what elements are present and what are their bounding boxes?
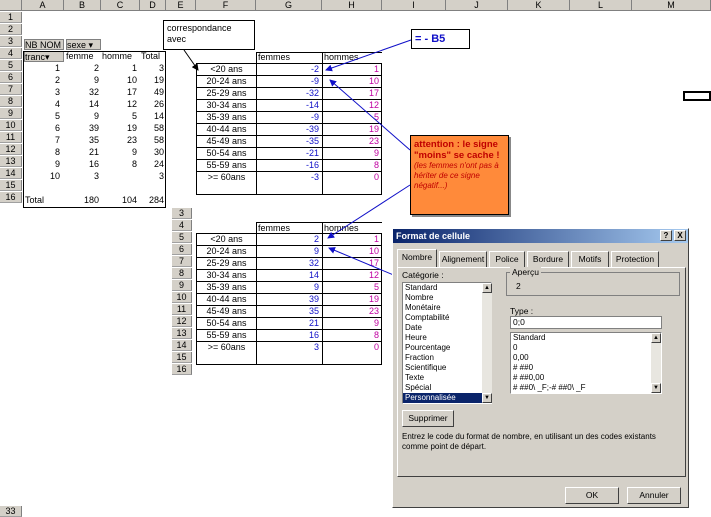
scroll-down-icon[interactable]: ▼ [482, 393, 492, 403]
tab-nombre[interactable]: Nombre [397, 249, 437, 267]
type-item[interactable]: # ##0\ _F;-# ##0\ _F [511, 383, 661, 393]
type-item[interactable]: Standard [511, 333, 661, 343]
category-item[interactable]: Scientifique [403, 363, 491, 373]
category-item[interactable]: Date [403, 323, 491, 333]
scroll-up-icon[interactable]: ▲ [482, 283, 492, 293]
category-item[interactable]: Fraction [403, 353, 491, 363]
scroll-down-icon[interactable]: ▼ [651, 383, 661, 393]
arrow-warning-top [329, 79, 411, 151]
category-scrollbar[interactable]: ▲ ▼ [482, 283, 492, 403]
annuler-button[interactable]: Annuler [627, 487, 681, 504]
type-item[interactable]: # ##0,00 [511, 373, 661, 383]
type-item[interactable]: 0,00 [511, 353, 661, 363]
category-item[interactable]: Texte [403, 373, 491, 383]
scroll-up-icon[interactable]: ▲ [651, 333, 661, 343]
tab-alignement[interactable]: Alignement [439, 251, 487, 267]
type-label: Type : [510, 306, 534, 316]
format-description: Entrez le code du format de nombre, en u… [402, 432, 656, 451]
dialog-title: Format de cellule [396, 231, 471, 241]
tab-pane: Catégorie : Standard Nombre Monétaire Compt… [397, 267, 686, 477]
categorie-label: Catégorie : [402, 270, 444, 280]
category-item[interactable]: Heure [403, 333, 491, 343]
category-item[interactable]: Comptabilité [403, 313, 491, 323]
tab-bordure[interactable]: Bordure [527, 251, 569, 267]
dialog-title-bar[interactable]: Format de cellule [393, 229, 688, 243]
category-item[interactable]: Pourcentage [403, 343, 491, 353]
category-item[interactable]: Personnalisée [403, 393, 491, 403]
type-input[interactable]: 0;0 [510, 316, 662, 329]
type-item[interactable]: # ##0 [511, 363, 661, 373]
type-list[interactable]: Standard 0 0,00 # ##0 # ##0,00 # ##0\ _F;-# #… [510, 332, 662, 394]
tab-motifs[interactable]: Motifs [571, 251, 609, 267]
category-item[interactable]: Monétaire [403, 303, 491, 313]
apercu-value: 2 [516, 281, 521, 291]
close-button[interactable]: X [674, 230, 686, 241]
category-item[interactable]: Standard [403, 283, 491, 293]
category-item[interactable]: Spécial [403, 383, 491, 393]
category-list[interactable]: Standard Nombre Monétaire Comptabilité Date H… [402, 282, 492, 404]
supprimer-button[interactable]: Supprimer [402, 410, 454, 427]
help-button[interactable]: ? [660, 230, 672, 241]
tab-protection[interactable]: Protection [611, 251, 659, 267]
arrow-correspondance [183, 49, 199, 71]
tab-police[interactable]: Police [489, 251, 525, 267]
type-item[interactable]: 0 [511, 343, 661, 353]
category-item[interactable]: Nombre [403, 293, 491, 303]
apercu-label: Aperçu [510, 267, 541, 277]
type-scrollbar[interactable]: ▲ ▼ [651, 333, 661, 393]
format-cell-dialog: Format de cellule ? X Nombre Alignement … [392, 228, 689, 508]
ok-button[interactable]: OK [565, 487, 619, 504]
arrow-formula [325, 39, 412, 72]
